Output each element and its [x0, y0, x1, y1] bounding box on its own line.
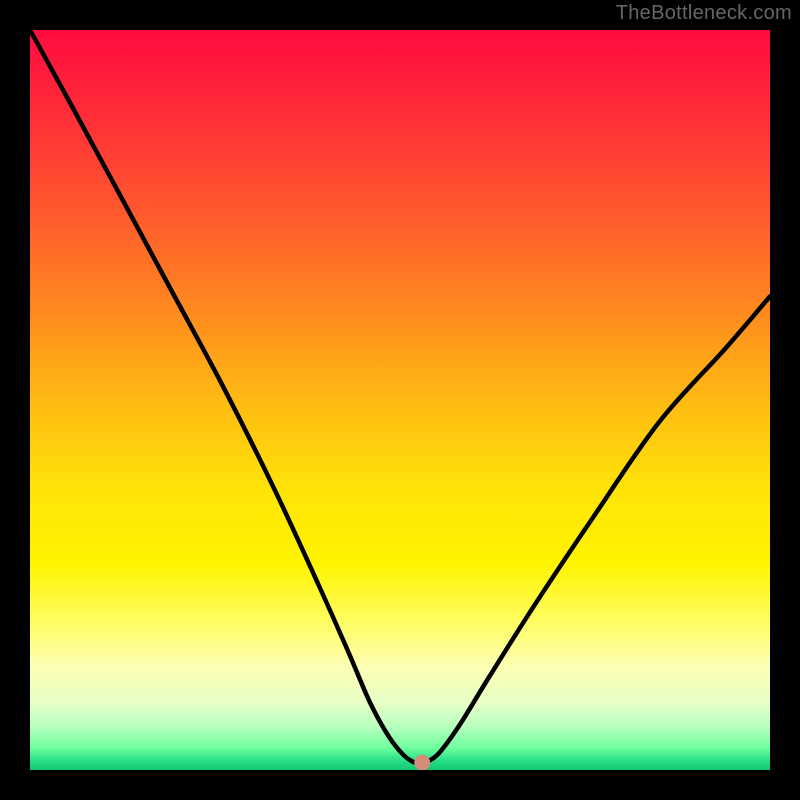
watermark-text: TheBottleneck.com — [616, 2, 792, 25]
bottleneck-curve — [30, 30, 770, 764]
chart-root: TheBottleneck.com — [0, 0, 800, 800]
chart-svg — [30, 30, 770, 770]
min-point-marker — [414, 755, 430, 770]
plot-area — [30, 30, 770, 770]
